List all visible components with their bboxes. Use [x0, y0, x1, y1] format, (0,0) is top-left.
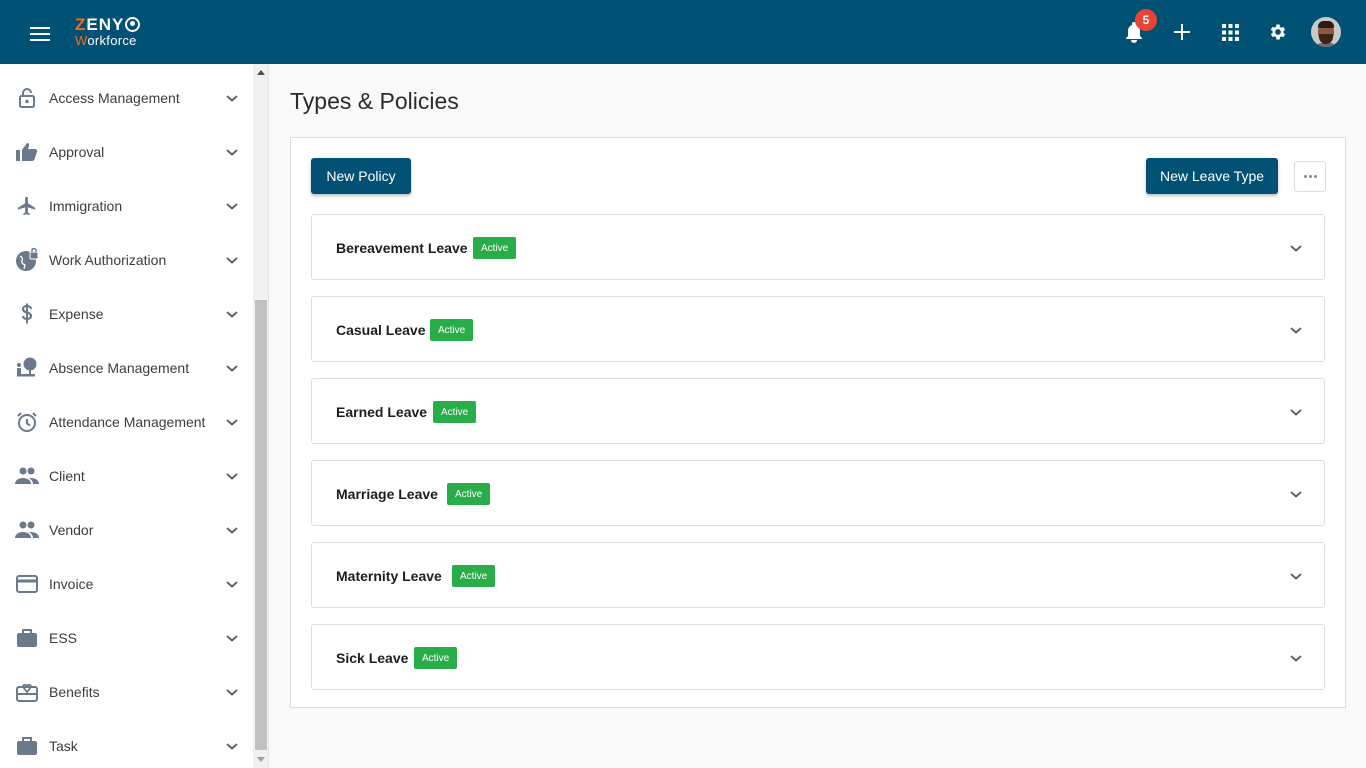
- chevron-down-icon[interactable]: [1289, 487, 1303, 501]
- sidebar-item-label: Attendance Management: [49, 414, 206, 430]
- sidebar-item-label: Absence Management: [49, 360, 190, 376]
- people-icon: [15, 464, 39, 488]
- new-policy-button[interactable]: New Policy: [311, 158, 411, 194]
- sidebar-item-immigration[interactable]: Immigration: [0, 179, 253, 233]
- person-tree-icon: [15, 356, 39, 380]
- menu-icon[interactable]: [30, 27, 50, 41]
- logo-text: ENY: [86, 15, 125, 34]
- sidebar-item-invoice[interactable]: Invoice: [0, 557, 253, 611]
- leave-type-row[interactable]: Marriage Leave Active: [311, 460, 1325, 526]
- leave-type-row[interactable]: Bereavement Leave Active: [311, 214, 1325, 280]
- sidebar-item-benefits[interactable]: Benefits: [0, 665, 253, 719]
- dollar-icon: [15, 302, 39, 326]
- gear-icon[interactable]: [1264, 18, 1292, 46]
- chevron-down-icon[interactable]: [1289, 651, 1303, 665]
- page-title: Types & Policies: [290, 88, 459, 114]
- chevron-down-icon: [226, 581, 238, 588]
- sidebar-item-work-authorization[interactable]: Work Authorization: [0, 233, 253, 287]
- sidebar-item-label: Vendor: [49, 522, 94, 538]
- chevron-down-icon: [226, 419, 238, 426]
- scrollbar-thumb[interactable]: [255, 300, 267, 750]
- chevron-down-icon: [226, 473, 238, 480]
- sidebar-item-ess[interactable]: ESS: [0, 611, 253, 665]
- scroll-down-arrow-icon[interactable]: [257, 757, 265, 762]
- sidebar-item-label: Invoice: [49, 576, 94, 592]
- top-bar: Z ENY Workforce 5: [0, 0, 1366, 64]
- status-badge: Active: [447, 483, 491, 505]
- sidebar-item-label: Benefits: [49, 684, 100, 700]
- chevron-down-icon: [226, 365, 238, 372]
- sidebar-item-label: Expense: [49, 306, 104, 322]
- chevron-down-icon: [226, 527, 238, 534]
- chevron-down-icon: [226, 635, 238, 642]
- briefcase-icon: [15, 626, 39, 650]
- alarm-clock-icon: [15, 410, 39, 434]
- credit-card-icon: [15, 572, 39, 596]
- scroll-up-arrow-icon[interactable]: [257, 70, 265, 75]
- globe-lock-icon: [15, 248, 39, 272]
- status-badge: Active: [433, 401, 477, 423]
- sidebar-item-approval[interactable]: Approval: [0, 125, 253, 179]
- sidebar-item-label: Immigration: [49, 198, 123, 214]
- thumbs-up-icon: [15, 140, 39, 164]
- sidebar-item-attendance-management[interactable]: Attendance Management: [0, 395, 253, 449]
- chevron-down-icon: [226, 149, 238, 156]
- chevron-down-icon[interactable]: [1289, 323, 1303, 337]
- more-options-button[interactable]: [1294, 161, 1326, 192]
- leave-type-row[interactable]: Maternity Leave Active: [311, 542, 1325, 608]
- leave-types-card: New Policy New Leave Type Bereavement Le…: [290, 137, 1346, 708]
- sidebar-item-access-management[interactable]: Access Management: [0, 71, 253, 125]
- chevron-down-icon: [226, 95, 238, 102]
- avatar[interactable]: [1311, 17, 1341, 47]
- leave-type-row[interactable]: Casual Leave Active: [311, 296, 1325, 362]
- sidebar-item-vendor[interactable]: Vendor: [0, 503, 253, 557]
- leave-type-name: Marriage Leave: [336, 486, 438, 502]
- sidebar-item-task[interactable]: Task: [0, 719, 253, 768]
- chevron-down-icon: [226, 257, 238, 264]
- status-badge: Active: [414, 647, 458, 669]
- status-badge: Active: [473, 237, 517, 259]
- sidebar-item-absence-management[interactable]: Absence Management: [0, 341, 253, 395]
- leave-type-row[interactable]: Earned Leave Active: [311, 378, 1325, 444]
- people-icon: [15, 518, 39, 542]
- lock-icon: [15, 86, 39, 110]
- sidebar: Access Management Approval Immigration W…: [0, 64, 253, 768]
- status-badge: Active: [430, 319, 474, 341]
- leave-type-name: Casual Leave: [336, 322, 426, 338]
- gift-card-icon: [15, 680, 39, 704]
- leave-type-name: Maternity Leave: [336, 568, 442, 584]
- sidebar-scrollbar[interactable]: [253, 64, 269, 768]
- leave-type-row[interactable]: Sick Leave Active: [311, 624, 1325, 690]
- airplane-icon: [15, 194, 39, 218]
- ellipsis-icon: [1303, 175, 1307, 178]
- chevron-down-icon: [226, 203, 238, 210]
- briefcase-icon: [15, 734, 39, 758]
- new-leave-type-button[interactable]: New Leave Type: [1146, 158, 1278, 194]
- leave-type-name: Bereavement Leave: [336, 240, 468, 256]
- sidebar-item-label: Access Management: [49, 90, 180, 106]
- chevron-down-icon: [226, 689, 238, 696]
- sidebar-item-expense[interactable]: Expense: [0, 287, 253, 341]
- notification-badge[interactable]: 5: [1135, 9, 1157, 31]
- sidebar-item-client[interactable]: Client: [0, 449, 253, 503]
- sidebar-item-label: Work Authorization: [49, 252, 167, 268]
- plus-icon[interactable]: [1168, 18, 1196, 46]
- sidebar-item-label: ESS: [49, 630, 78, 646]
- chevron-down-icon[interactable]: [1289, 569, 1303, 583]
- sidebar-item-label: Client: [49, 468, 85, 484]
- leave-type-name: Sick Leave: [336, 650, 409, 666]
- sidebar-item-label: Task: [49, 738, 78, 754]
- apps-grid-icon[interactable]: [1216, 18, 1244, 46]
- chevron-down-icon[interactable]: [1289, 405, 1303, 419]
- leave-type-name: Earned Leave: [336, 404, 428, 420]
- chevron-down-icon[interactable]: [1289, 241, 1303, 255]
- logo[interactable]: Z ENY Workforce: [75, 15, 141, 47]
- chevron-down-icon: [226, 743, 238, 750]
- sidebar-item-label: Approval: [49, 144, 105, 160]
- status-badge: Active: [452, 565, 496, 587]
- chevron-down-icon: [226, 311, 238, 318]
